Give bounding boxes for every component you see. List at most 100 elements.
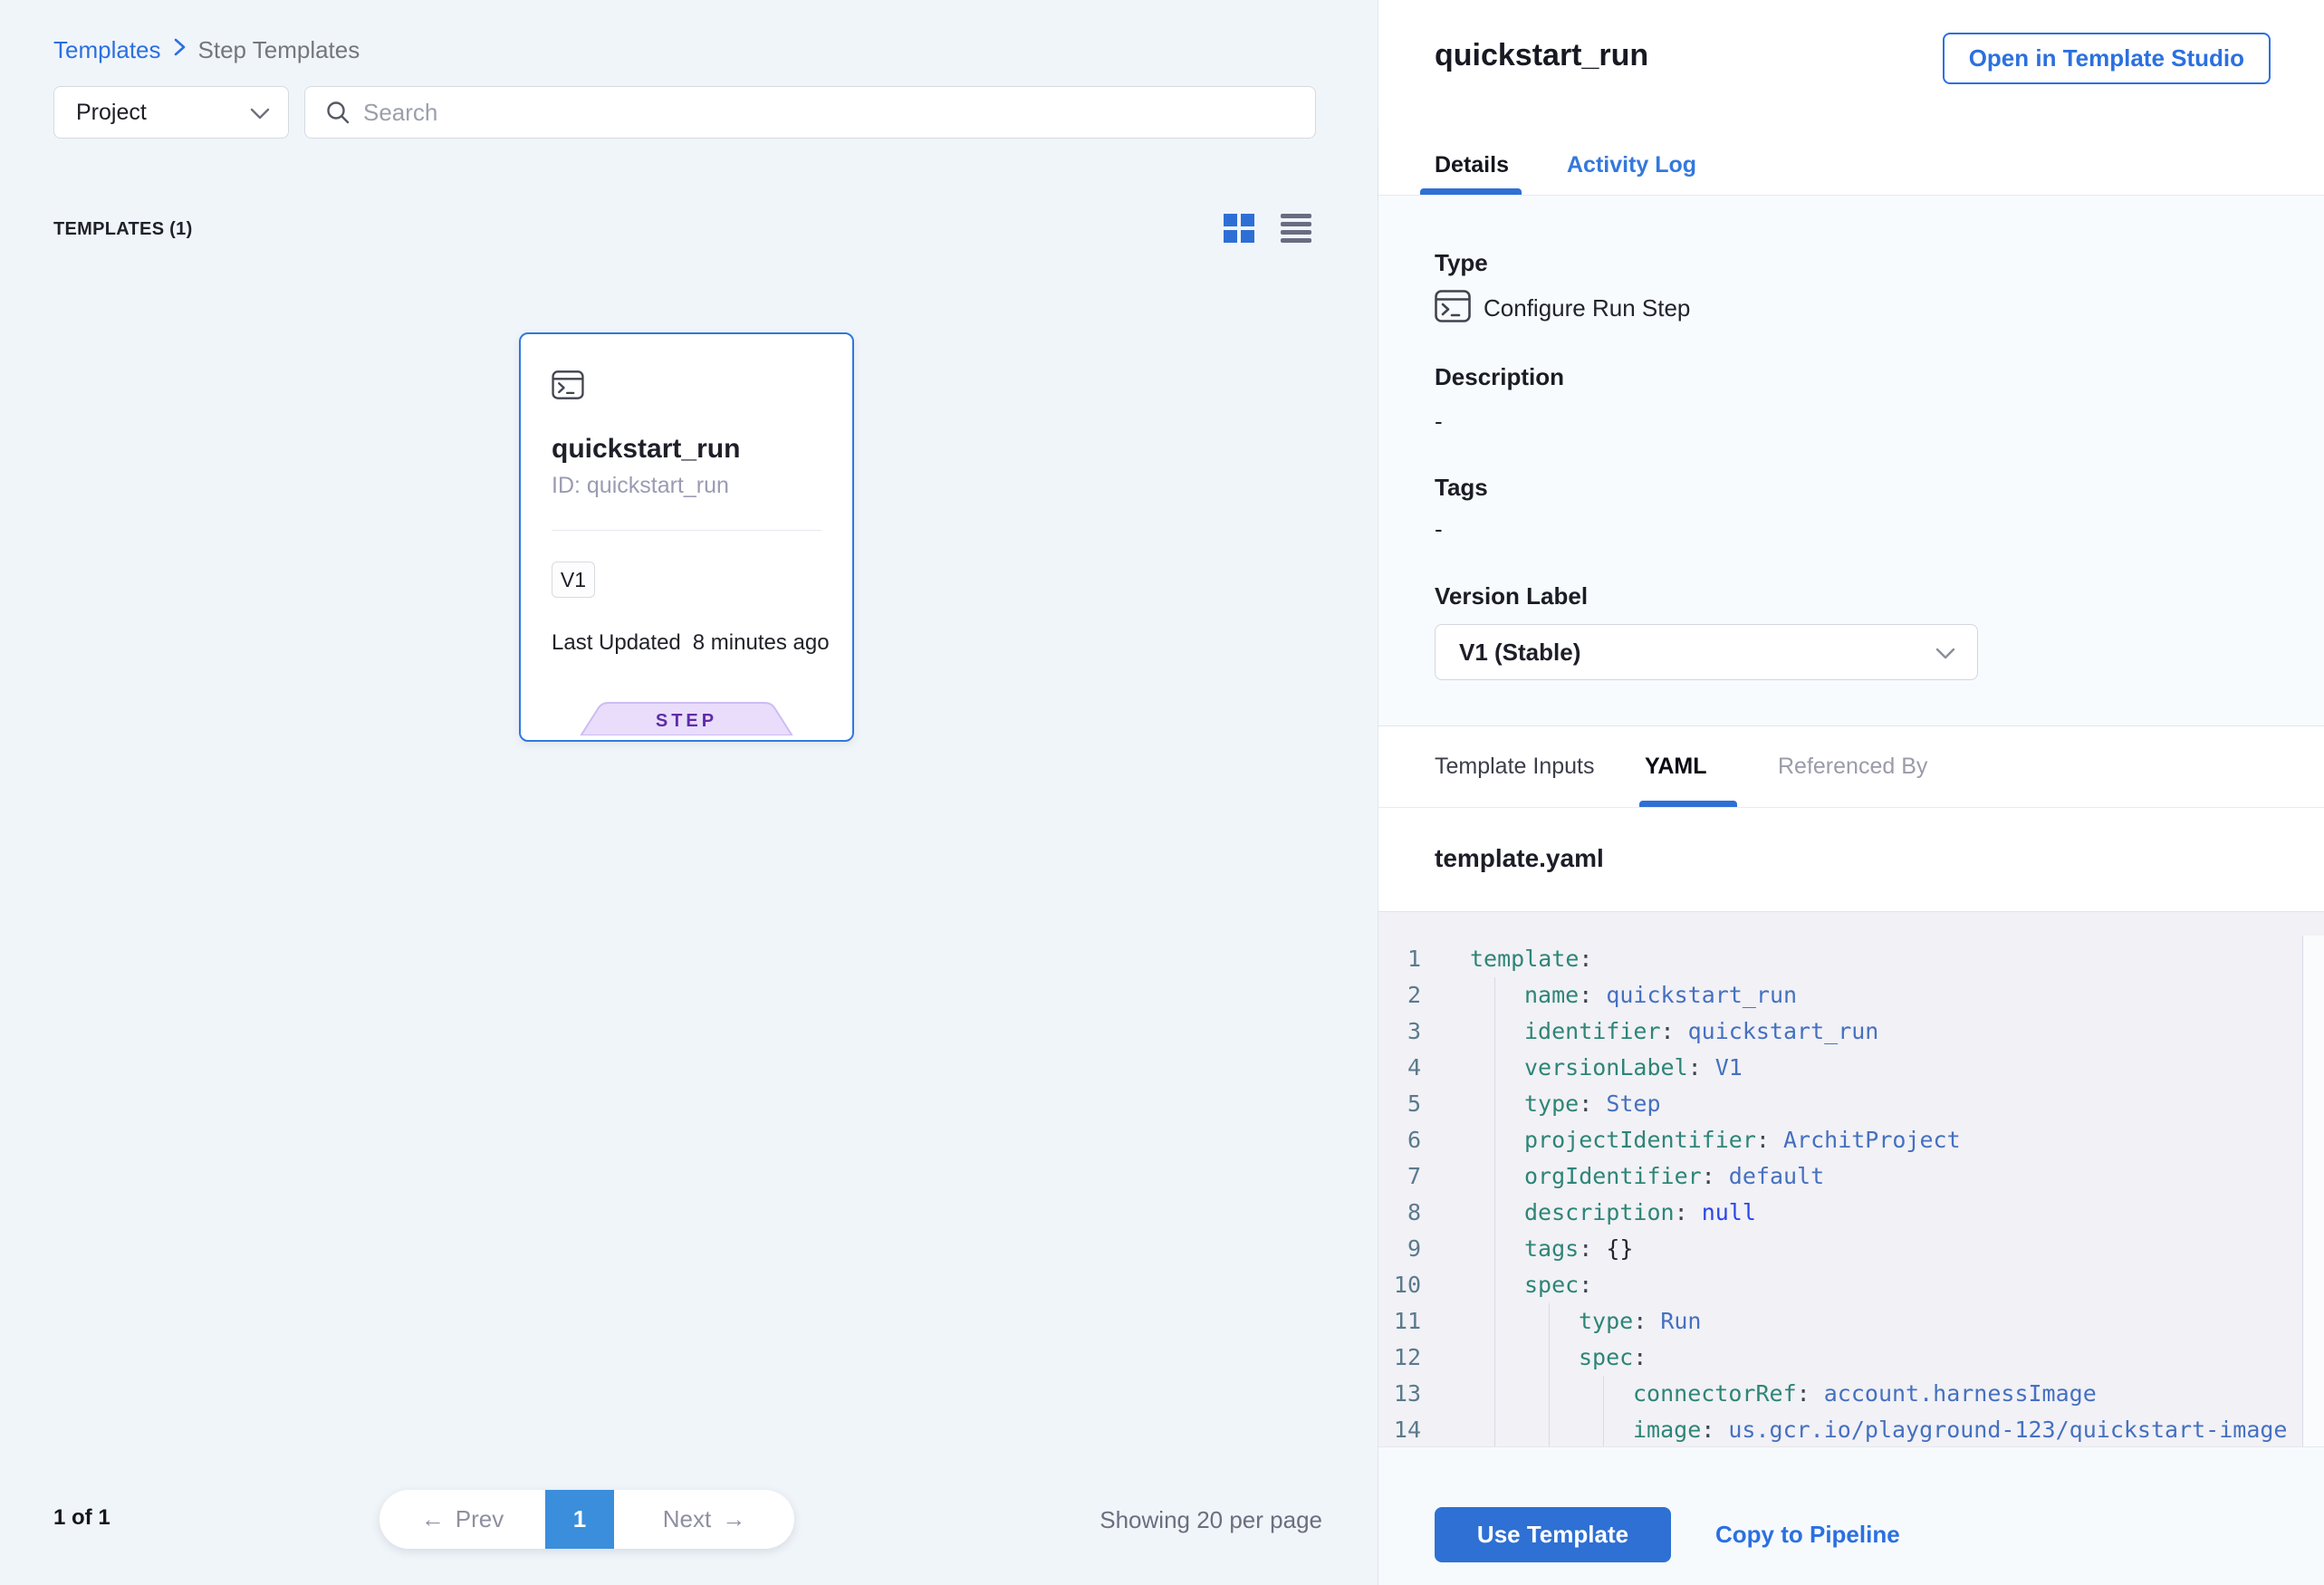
card-divider bbox=[552, 530, 821, 531]
description-value: - bbox=[1435, 408, 1443, 436]
line-number: 8 bbox=[1378, 1195, 1421, 1231]
yaml-editor[interactable]: 1template:2name: quickstart_run3identifi… bbox=[1378, 911, 2324, 1446]
line-number: 9 bbox=[1378, 1231, 1421, 1267]
line-number: 3 bbox=[1378, 1013, 1421, 1050]
version-select[interactable]: V1 (Stable) bbox=[1435, 624, 1978, 680]
line-number: 5 bbox=[1378, 1086, 1421, 1122]
pagination-range: 1 of 1 bbox=[53, 1505, 110, 1531]
tab-template-inputs[interactable]: Template Inputs bbox=[1435, 754, 1595, 780]
prev-page-button[interactable]: ← Prev bbox=[379, 1490, 545, 1549]
scope-select[interactable]: Project bbox=[53, 86, 289, 139]
code-line: 13connectorRef: account.harnessImage bbox=[1378, 1376, 2324, 1412]
version-label: Version Label bbox=[1435, 582, 1588, 610]
chevron-right-icon bbox=[173, 36, 187, 64]
code-line: 9tags: {} bbox=[1378, 1231, 2324, 1267]
arrow-left-icon: ← bbox=[421, 1505, 445, 1533]
line-number: 1 bbox=[1378, 941, 1421, 977]
list-view-icon bbox=[1281, 214, 1311, 243]
tags-label: Tags bbox=[1435, 474, 1488, 502]
search-icon bbox=[325, 100, 351, 125]
step-type-ribbon: STEP bbox=[580, 702, 794, 740]
copy-to-pipeline-link[interactable]: Copy to Pipeline bbox=[1715, 1507, 1900, 1562]
line-number: 13 bbox=[1378, 1376, 1421, 1412]
breadcrumb: Templates Step Templates bbox=[53, 36, 360, 64]
code-line: 1template: bbox=[1378, 941, 2324, 977]
terminal-icon bbox=[552, 370, 584, 404]
last-updated-value: 8 minutes ago bbox=[693, 630, 830, 656]
code-line: 3identifier: quickstart_run bbox=[1378, 1013, 2324, 1050]
next-page-button[interactable]: Next → bbox=[614, 1490, 794, 1549]
line-number: 2 bbox=[1378, 977, 1421, 1013]
pagination: ← Prev 1 Next → bbox=[379, 1490, 794, 1549]
search-input[interactable] bbox=[363, 99, 1301, 127]
code-line: 14image: us.gcr.io/playground-123/quicks… bbox=[1378, 1412, 2324, 1446]
next-label: Next bbox=[663, 1505, 711, 1533]
templates-list-panel: Templates Step Templates Project TEMPLAT… bbox=[0, 0, 1378, 1585]
line-number: 12 bbox=[1378, 1340, 1421, 1376]
templates-count-label: TEMPLATES (1) bbox=[53, 219, 193, 240]
search-box bbox=[304, 86, 1316, 139]
code-line: 5type: Step bbox=[1378, 1086, 2324, 1122]
code-line: 10spec: bbox=[1378, 1267, 2324, 1303]
panel-title: quickstart_run bbox=[1435, 38, 1648, 73]
templates-page: Templates Step Templates Project TEMPLAT… bbox=[0, 0, 2324, 1585]
panel-footer: Use Template Copy to Pipeline bbox=[1378, 1446, 2324, 1585]
chevron-down-icon bbox=[1935, 648, 1955, 659]
details-tabs: Details Activity Log bbox=[1378, 127, 2324, 196]
last-updated-row: Last Updated 8 minutes ago bbox=[552, 630, 830, 656]
code-line: 11type: Run bbox=[1378, 1303, 2324, 1340]
line-number: 4 bbox=[1378, 1050, 1421, 1086]
tags-value: - bbox=[1435, 515, 1443, 543]
code-line: 2name: quickstart_run bbox=[1378, 977, 2324, 1013]
details-section: Type Configure Run Step Description - Ta… bbox=[1378, 196, 2324, 726]
template-details-panel: quickstart_run Open in Template Studio D… bbox=[1378, 0, 2324, 1585]
type-label: Type bbox=[1435, 249, 1488, 277]
code-line: 8description: null bbox=[1378, 1195, 2324, 1231]
tab-details[interactable]: Details bbox=[1435, 152, 1509, 178]
scope-select-value: Project bbox=[76, 100, 147, 126]
breadcrumb-current: Step Templates bbox=[198, 36, 360, 64]
grid-view-icon bbox=[1224, 214, 1254, 243]
prev-label: Prev bbox=[456, 1505, 504, 1533]
version-badge: V1 bbox=[552, 562, 595, 598]
line-number: 10 bbox=[1378, 1267, 1421, 1303]
arrow-right-icon: → bbox=[722, 1505, 745, 1533]
indent-guide bbox=[1549, 1303, 1550, 1446]
indent-guide bbox=[1494, 977, 1495, 1446]
code-line: 7orgIdentifier: default bbox=[1378, 1158, 2324, 1195]
template-card-id: ID: quickstart_run bbox=[552, 473, 729, 499]
use-template-button[interactable]: Use Template bbox=[1435, 1507, 1671, 1562]
step-ribbon-label: STEP bbox=[656, 711, 717, 731]
active-subtab-underline bbox=[1639, 801, 1737, 807]
description-label: Description bbox=[1435, 363, 1564, 391]
template-card-title: quickstart_run bbox=[552, 434, 740, 465]
list-view-button[interactable] bbox=[1281, 214, 1311, 243]
page-1-button[interactable]: 1 bbox=[545, 1490, 614, 1549]
line-number: 14 bbox=[1378, 1412, 1421, 1446]
terminal-icon bbox=[1435, 290, 1471, 327]
indent-guide bbox=[1603, 1376, 1604, 1446]
per-page-label: Showing 20 per page bbox=[1060, 1506, 1322, 1534]
version-select-value: V1 (Stable) bbox=[1459, 625, 1580, 679]
tab-activity-log[interactable]: Activity Log bbox=[1567, 152, 1696, 178]
chevron-down-icon bbox=[250, 108, 270, 120]
code-line: 4versionLabel: V1 bbox=[1378, 1050, 2324, 1086]
grid-view-button[interactable] bbox=[1224, 214, 1254, 243]
template-card[interactable]: quickstart_run ID: quickstart_run V1 Las… bbox=[519, 332, 854, 742]
code-line: 6projectIdentifier: ArchitProject bbox=[1378, 1122, 2324, 1158]
open-in-template-studio-button[interactable]: Open in Template Studio bbox=[1943, 33, 2271, 84]
yaml-filename: template.yaml bbox=[1435, 844, 1604, 873]
active-tab-underline bbox=[1420, 188, 1522, 195]
line-number: 7 bbox=[1378, 1158, 1421, 1195]
tab-referenced-by[interactable]: Referenced By bbox=[1778, 754, 1927, 780]
yaml-code-lines: 1template:2name: quickstart_run3identifi… bbox=[1378, 941, 2324, 1446]
content-subtabs: Template Inputs YAML Referenced By bbox=[1378, 726, 2324, 808]
last-updated-label: Last Updated bbox=[552, 630, 681, 656]
editor-scrollbar-gutter[interactable] bbox=[2302, 936, 2324, 1446]
tab-yaml[interactable]: YAML bbox=[1645, 754, 1707, 780]
code-line: 12spec: bbox=[1378, 1340, 2324, 1376]
type-value: Configure Run Step bbox=[1484, 294, 1690, 322]
yaml-header: template.yaml bbox=[1378, 808, 2324, 911]
breadcrumb-templates-link[interactable]: Templates bbox=[53, 36, 161, 64]
line-number: 11 bbox=[1378, 1303, 1421, 1340]
